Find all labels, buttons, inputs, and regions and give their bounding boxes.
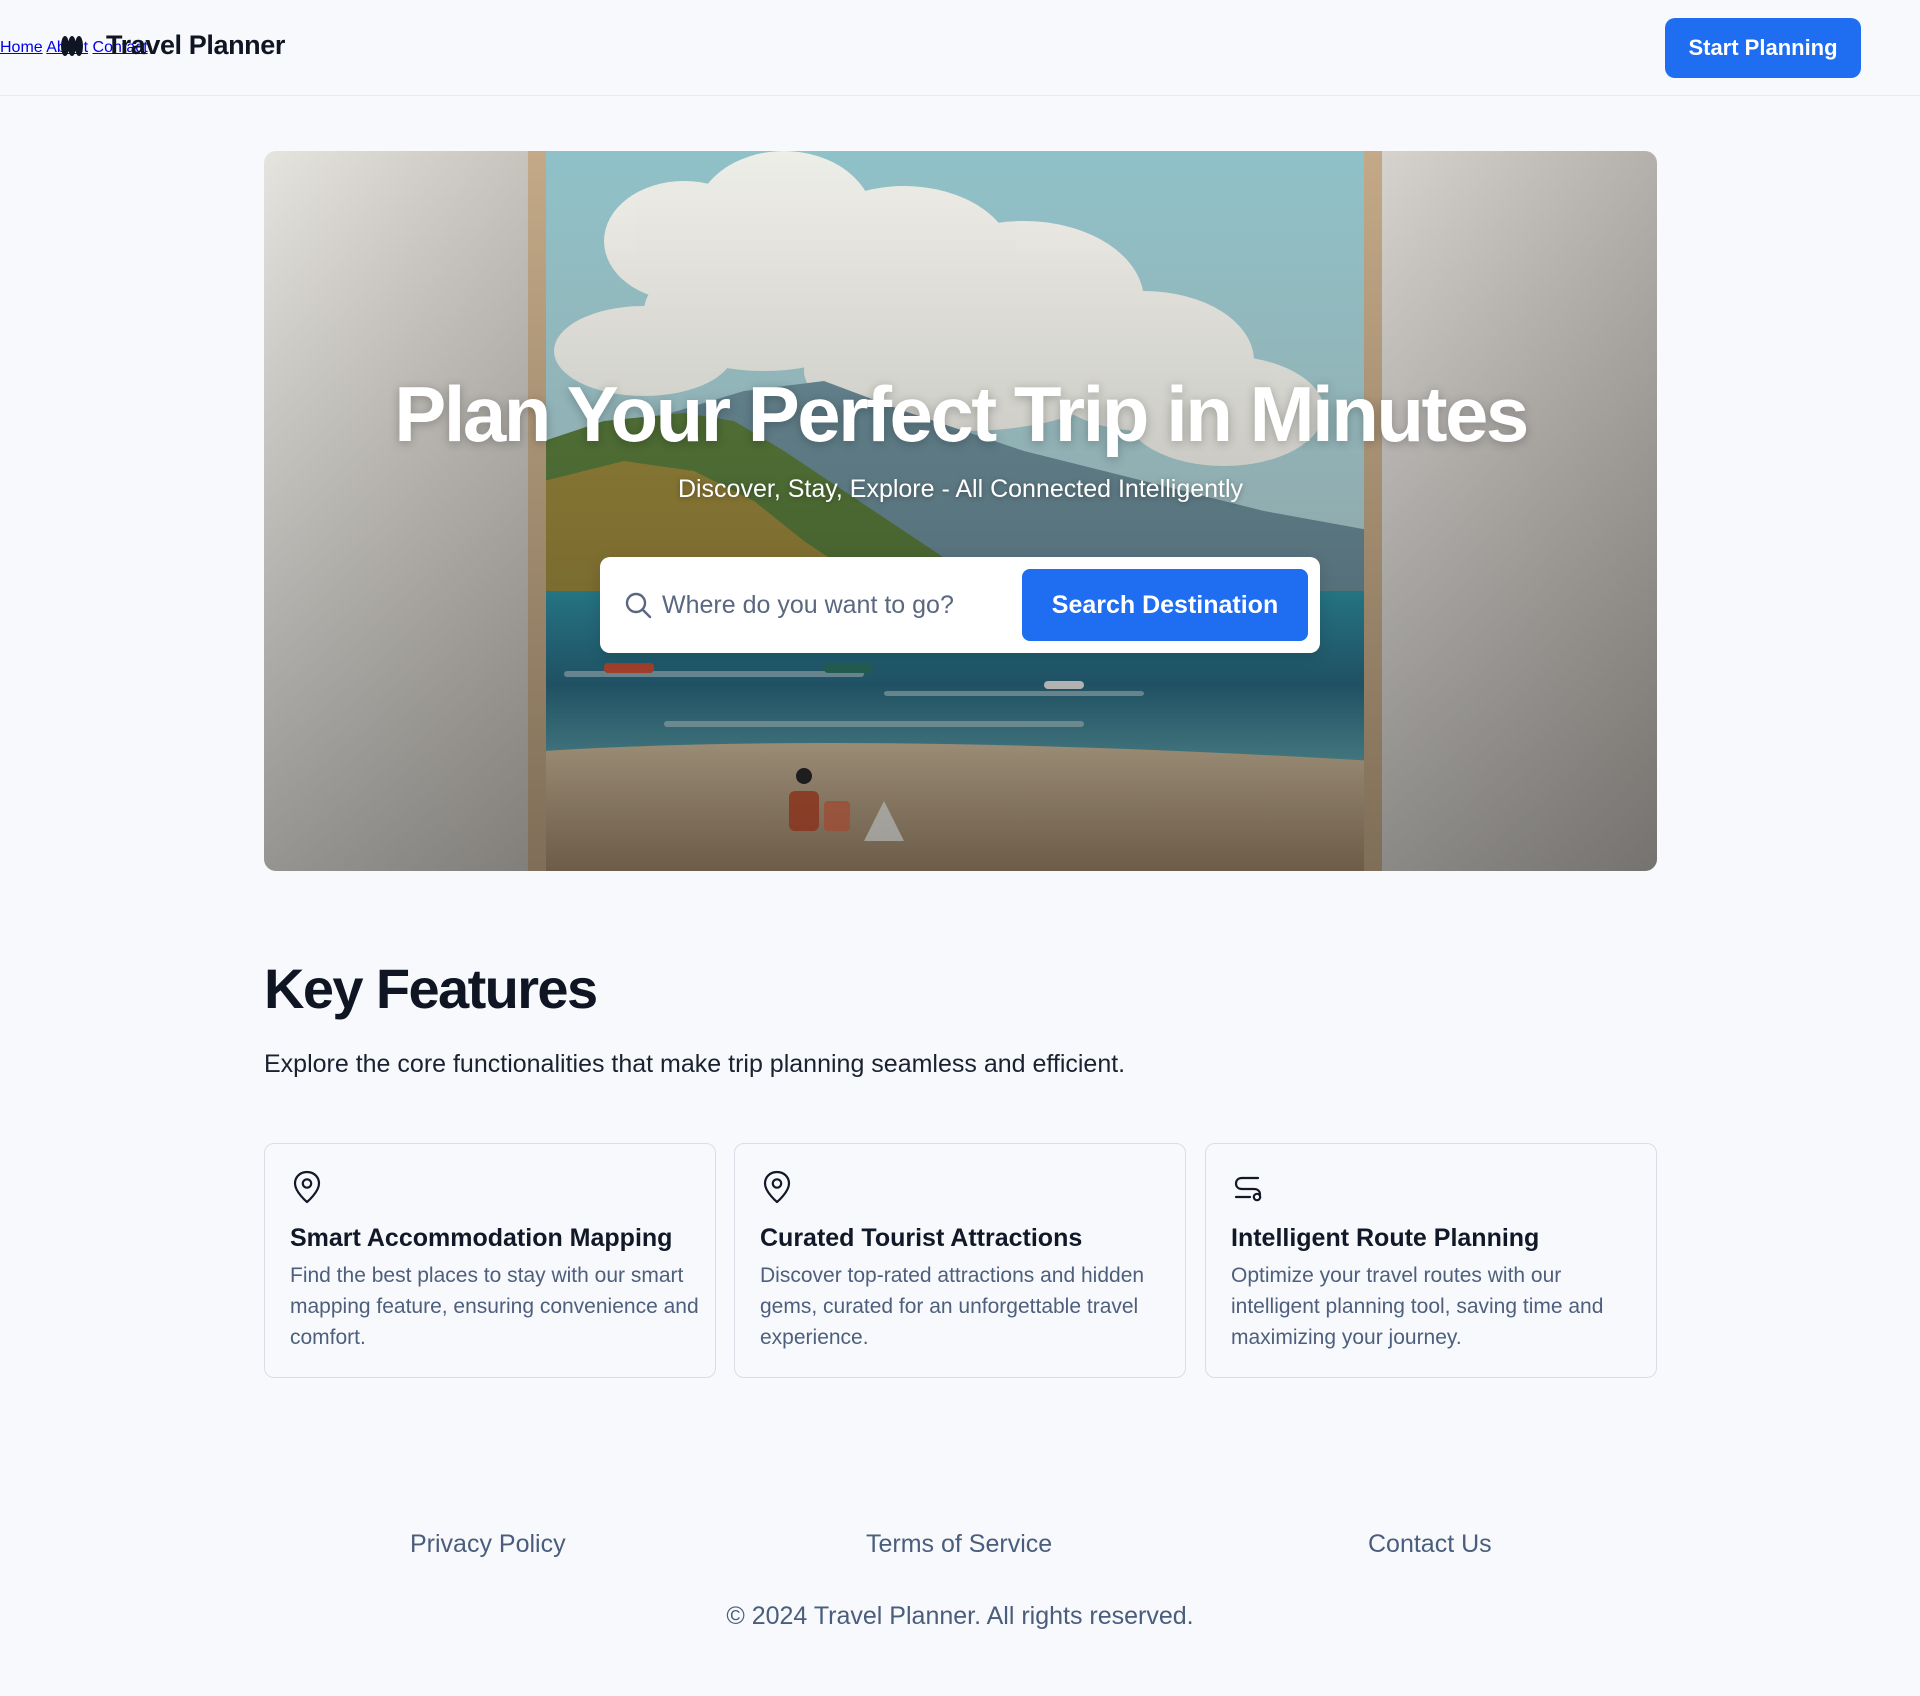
feature-card-attractions[interactable]: Curated Tourist Attractions Discover top… — [734, 1143, 1186, 1378]
contact-us-link[interactable]: Contact Us — [1368, 1530, 1492, 1559]
feature-card-text: Discover top-rated attractions and hidde… — [760, 1264, 1145, 1349]
hero-background-image — [264, 151, 1657, 871]
search-destination-button[interactable]: Search Destination — [1022, 569, 1308, 641]
feature-card-title: Intelligent Route Planning — [1231, 1224, 1540, 1252]
logo-icon — [60, 31, 84, 61]
features-heading: Key Features — [264, 957, 598, 1020]
feature-card-text: Find the best places to stay with our sm… — [290, 1264, 699, 1349]
map-pin-icon — [763, 1170, 791, 1204]
top-nav-bar: Travel Planner Home About Contact Start … — [0, 0, 1920, 96]
feature-card-title: Smart Accommodation Mapping — [290, 1224, 673, 1252]
privacy-policy-link[interactable]: Privacy Policy — [410, 1530, 566, 1559]
destination-search-input[interactable] — [662, 583, 1002, 627]
feature-card-text: Optimize your travel routes with our int… — [1231, 1264, 1604, 1349]
route-icon — [1234, 1176, 1262, 1202]
terms-of-service-link[interactable]: Terms of Service — [866, 1530, 1052, 1559]
brand[interactable]: Travel Planner — [60, 30, 285, 61]
map-pin-icon — [293, 1170, 321, 1204]
feature-card-accommodation[interactable]: Smart Accommodation Mapping Find the bes… — [264, 1143, 716, 1378]
feature-card-route[interactable]: Intelligent Route Planning Optimize your… — [1205, 1143, 1657, 1378]
features-description: Explore the core functionalities that ma… — [264, 1050, 1126, 1078]
start-planning-button[interactable]: Start Planning — [1665, 18, 1861, 78]
hero-subtitle: Discover, Stay, Explore - All Connected … — [677, 475, 1244, 503]
brand-name: Travel Planner — [106, 30, 285, 60]
nav-home-link[interactable]: Home — [0, 39, 43, 56]
destination-search-bar: Search Destination — [600, 557, 1320, 653]
feature-card-title: Curated Tourist Attractions — [760, 1224, 1083, 1252]
hero-title: Plan Your Perfect Trip in Minutes — [394, 370, 1529, 458]
search-icon — [625, 592, 652, 619]
copyright-text: © 2024 Travel Planner. All rights reserv… — [726, 1602, 1194, 1630]
hero-banner: Plan Your Perfect Trip in Minutes Discov… — [264, 151, 1657, 871]
